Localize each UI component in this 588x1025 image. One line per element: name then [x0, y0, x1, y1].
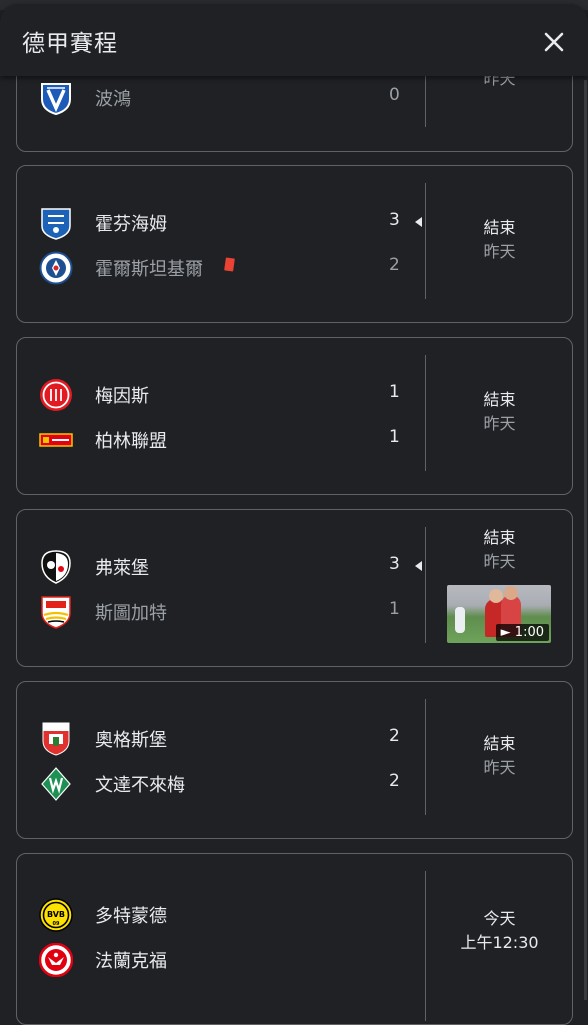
team-score: 1 [389, 599, 400, 619]
team-score: 3 [389, 210, 400, 230]
match-status-text: 結束 [483, 218, 516, 237]
home-team-row: 霍芬海姆 3 [17, 200, 427, 244]
team-name: 霍芬海姆 [95, 214, 167, 235]
team-name: 波鴻 [95, 89, 131, 110]
match-card[interactable]: 霍芬海姆 3 霍爾斯坦基爾 2 結束 昨天 [16, 165, 573, 323]
team-score: 1 [389, 382, 400, 402]
page-title: 德甲賽程 [22, 31, 118, 57]
match-status-text: 結束 [483, 528, 516, 547]
match-day: 今天 [483, 909, 516, 928]
match-time: 上午12:30 [460, 933, 539, 952]
svg-text:BVB: BVB [47, 910, 65, 919]
highlight-video-thumbnail[interactable]: ► 1:00 [447, 585, 551, 643]
card-divider [425, 183, 426, 299]
match-card[interactable]: 奧格斯堡 2 文達不來梅 2 結束 昨天 [16, 681, 573, 839]
match-status: 今天 上午12:30 [427, 907, 572, 955]
hoffenheim-logo [41, 208, 71, 240]
header-bar: 德甲賽程 [0, 4, 588, 76]
team-name: 多特蒙德 [95, 906, 167, 927]
scrollbar[interactable] [584, 80, 587, 1000]
team-score: 0 [389, 85, 400, 105]
match-status: 結束 昨天 [427, 732, 572, 780]
close-icon[interactable] [542, 30, 566, 54]
video-figure [504, 586, 518, 600]
away-team-row: 波鴻 0 [17, 75, 427, 119]
away-team-row: 柏林聯盟 1 [17, 417, 427, 461]
mainz-logo [40, 379, 72, 411]
team-score: 2 [389, 726, 400, 746]
team-score: 2 [389, 771, 400, 791]
team-score: 2 [389, 255, 400, 275]
match-status: 結束 昨天 [427, 216, 572, 264]
winner-indicator-icon [415, 561, 422, 571]
away-team-row: 霍爾斯坦基爾 2 [17, 245, 427, 289]
match-card[interactable]: 弗萊堡 3 斯圖加特 1 結束 昨天 ► 1:00 [16, 509, 573, 667]
away-team-row: 斯圖加特 1 [17, 589, 427, 633]
card-divider [425, 527, 426, 643]
team-name: 文達不來梅 [95, 775, 185, 796]
home-team-row: 弗萊堡 3 [17, 544, 427, 588]
card-divider [425, 355, 426, 471]
match-date: 昨天 [483, 552, 516, 571]
team-name: 斯圖加特 [95, 603, 167, 624]
play-icon: ► [500, 625, 515, 640]
holstein-kiel-logo [39, 251, 73, 285]
match-card[interactable]: BVB 09 多特蒙德 法蘭克福 今天 上午12:30 [16, 853, 573, 1025]
union-berlin-logo [39, 433, 73, 447]
werder-bremen-logo [41, 767, 71, 801]
match-date: 昨天 [483, 414, 516, 433]
away-team-row: 法蘭克福 [17, 937, 427, 981]
match-date: 昨天 [483, 242, 516, 261]
team-score: 3 [389, 554, 400, 574]
home-team-row: 梅因斯 1 [17, 372, 427, 416]
card-divider [425, 699, 426, 815]
dortmund-logo: BVB 09 [39, 898, 73, 932]
team-name: 霍爾斯坦基爾 [95, 259, 203, 280]
team-score: 1 [389, 427, 400, 447]
augsburg-logo [42, 722, 70, 756]
away-team-row: 文達不來梅 2 [17, 761, 427, 805]
team-name: 弗萊堡 [95, 558, 149, 579]
bochum-logo [41, 83, 71, 115]
match-status: 結束 昨天 [427, 526, 572, 574]
match-card[interactable]: 梅因斯 1 柏林聯盟 1 結束 昨天 [16, 337, 573, 495]
winner-indicator-icon [415, 217, 422, 227]
team-name: 柏林聯盟 [95, 431, 167, 452]
team-name: 法蘭克福 [95, 951, 167, 972]
frankfurt-logo [39, 943, 73, 977]
stuttgart-logo [41, 596, 71, 629]
home-team-row: BVB 09 多特蒙德 [17, 892, 427, 936]
match-date: 昨天 [483, 758, 516, 777]
team-name: 梅因斯 [95, 386, 149, 407]
match-status: 結束 昨天 [427, 388, 572, 436]
match-status-text: 結束 [483, 390, 516, 409]
card-divider [425, 871, 426, 1021]
match-status-text: 結束 [483, 734, 516, 753]
video-duration: ► 1:00 [495, 624, 549, 641]
video-figure [455, 607, 465, 633]
home-team-row: 奧格斯堡 2 [17, 716, 427, 760]
svg-text:09: 09 [53, 921, 60, 927]
video-duration-text: 1:00 [514, 625, 544, 640]
freiburg-logo [41, 550, 71, 584]
team-name: 奧格斯堡 [95, 730, 167, 751]
red-card-icon [224, 257, 235, 272]
